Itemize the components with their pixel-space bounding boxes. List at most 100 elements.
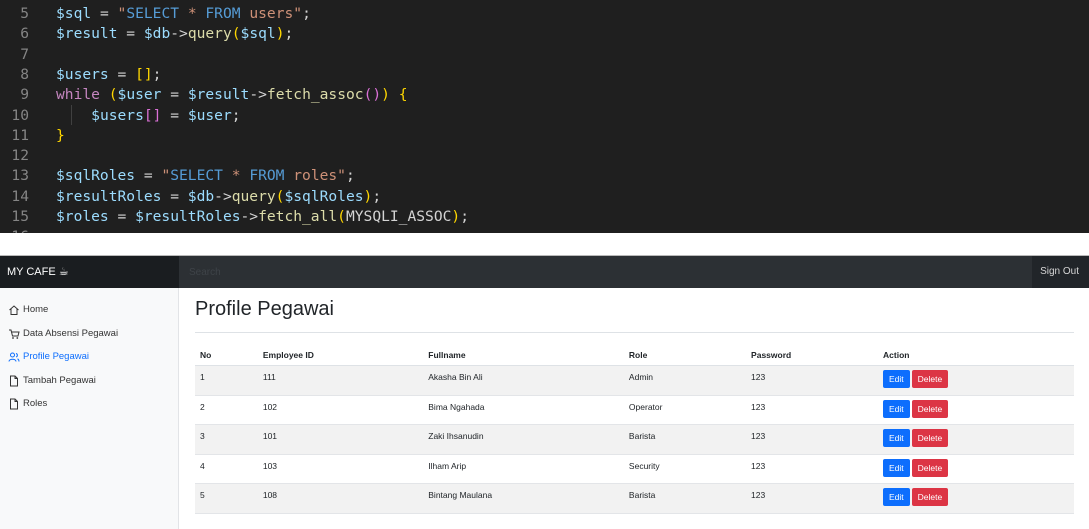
action-cell: Edit Delete [878,395,1074,425]
code-token: ; [345,167,355,185]
table-cell: Bima Ngahada [423,395,624,425]
table-cell: Zaki Ihsanudin [423,424,624,455]
code-token: $result [56,25,118,43]
sign-out-link[interactable]: Sign Out [1040,256,1079,288]
code-token: ) [275,25,285,43]
code-token: -> [214,187,232,205]
table-row: 4 103 Ilham Arip Security 123 Edit Delete [195,454,1074,484]
code-line[interactable]: 15 $roles = $resultRoles->fetch_all(MYSQL… [0,207,1089,227]
line-number: 7 [20,45,29,63]
table-cell: 102 [257,395,424,425]
table-cell: 4 [195,454,258,484]
line-number: 5 [20,5,29,22]
table-cell: Akasha Bin Ali [423,365,624,396]
sidebar-item-label: Profile Pegawai [23,351,90,363]
edit-button[interactable]: Edit [883,429,910,447]
table-row: 1 111 Akasha Bin Ali Admin 123 Edit Delete [195,365,1074,396]
edit-button[interactable]: Edit [883,458,910,477]
code-line[interactable]: 10 $users[] = $user; [0,106,1089,126]
top-navbar: MY CAFE ☕ Sign Out [0,256,1089,288]
code-text: $sql = "SELECT * FROM users"; [56,4,311,24]
code-token: ; [372,187,382,205]
code-token: $sqlRoles [56,167,136,185]
table-cell: Bintang Maulana [423,483,624,514]
column-header: Action [878,345,1074,366]
delete-button[interactable]: Delete [911,429,949,447]
table-cell: 123 [746,365,879,396]
code-text: $users = []; [56,65,161,85]
code-token: $result [187,86,250,104]
code-token: = [135,167,162,185]
code-token: ) [381,86,390,104]
code-line[interactable]: 7 [0,45,1089,65]
code-token: roles" [284,167,346,185]
code-token: fetch_assoc [266,86,364,104]
line-number: 14 [11,187,29,205]
line-number: 12 [11,147,29,165]
code-token: FROM [205,5,241,22]
search-input[interactable] [179,256,1032,288]
code-token: { [398,86,408,104]
delete-button[interactable]: Delete [911,399,949,418]
table-cell: Barista [623,424,747,455]
action-cell: Edit Delete [878,365,1074,396]
brand-logo[interactable]: MY CAFE ☕ [0,256,179,288]
employee-table: No Employee ID Fullname Role Password Action … [195,345,1074,514]
title-divider [195,332,1074,333]
line-number: 6 [20,25,29,43]
table-cell: 123 [746,424,879,455]
code-token: fetch_all [258,208,338,225]
line-number: 8 [20,65,29,83]
code-token: $sql [56,5,92,22]
table-cell: Admin [623,365,747,396]
code-text: $result = $db->query($sql); [56,24,293,44]
delete-button[interactable]: Delete [911,458,949,477]
code-text: $users[] = $user; [56,106,241,126]
code-token: = [161,187,188,205]
code-line[interactable]: 12 [0,146,1089,166]
code-line[interactable]: 13 $sqlRoles = "SELECT * FROM roles"; [0,166,1089,186]
window-gap [0,233,1089,256]
delete-button[interactable]: Delete [911,488,949,506]
sidebar-item-label: Tambah Pegawai [23,374,96,386]
home-icon [8,304,20,316]
column-header: Fullname [423,345,624,366]
code-token: ; [231,106,241,124]
code-token: ) [451,208,461,225]
column-header: Employee ID [257,345,424,366]
delete-button[interactable]: Delete [911,370,949,388]
code-line[interactable]: 9 while ($user = $result->fetch_assoc()) … [0,85,1089,105]
code-token: } [56,126,65,144]
edit-button[interactable]: Edit [883,488,910,506]
code-token: $resultRoles [135,208,241,225]
code-token: * [222,167,250,185]
action-cell: Edit Delete [878,424,1074,455]
code-line[interactable]: 8 $users = []; [0,65,1089,85]
code-token: $resultRoles [56,187,162,205]
code-token: [] [143,106,162,124]
code-token: $sqlRoles [284,187,364,205]
code-token: = [108,208,136,225]
edit-button[interactable]: Edit [883,399,910,418]
table-cell: 111 [257,365,424,396]
edit-button[interactable]: Edit [883,370,910,388]
code-token: $user [187,106,232,124]
table-row: 2 102 Bima Ngahada Operator 123 Edit Delete [195,395,1074,425]
main-content: Profile Pegawai No Employee ID Fullname Rol… [179,288,1089,529]
code-token: $roles [56,208,109,225]
table-cell: 108 [257,483,424,514]
code-line[interactable]: 14 $resultRoles = $db->query($sqlRoles); [0,187,1089,207]
code-token: while [56,86,100,104]
code-line[interactable]: 5 $sql = "SELECT * FROM users"; [0,4,1089,24]
code-editor[interactable]: 5 $sql = "SELECT * FROM users"; 6 $result =… [0,0,1089,233]
code-text: $resultRoles = $db->query($sqlRoles); [56,187,381,207]
code-token: $sql [240,25,276,43]
code-line[interactable]: 6 $result = $db->query($sql); [0,24,1089,44]
code-token: MYSQLI_ASSOC [345,208,452,225]
code-line[interactable]: 11} [0,126,1089,146]
code-token: ; [284,25,294,43]
table-cell: 2 [195,395,258,425]
sidebar: Home Data Absensi Pegawai Profile Pegawai T… [0,288,179,529]
